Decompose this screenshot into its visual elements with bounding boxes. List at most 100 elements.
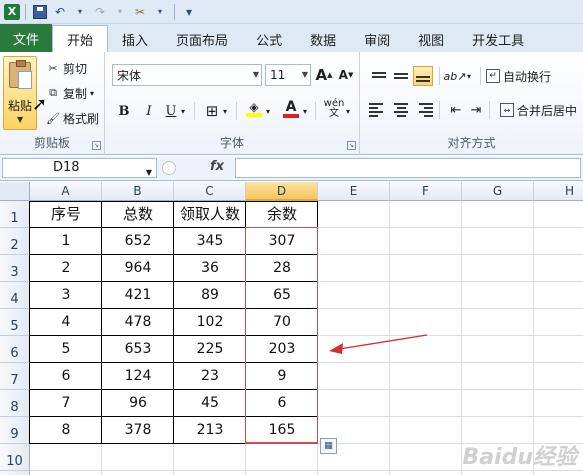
table-cell[interactable]: 96: [102, 390, 174, 417]
orientation-button[interactable]: ab↗: [444, 66, 467, 86]
tab-formulas[interactable]: 公式: [242, 26, 296, 52]
redo-button[interactable]: ↷: [91, 2, 109, 22]
shrink-font-button[interactable]: A ▼: [336, 65, 356, 85]
align-bottom-button[interactable]: [413, 66, 433, 86]
tab-page-layout[interactable]: 页面布局: [162, 26, 242, 52]
cut-button[interactable]: ✂ 剪切: [46, 58, 87, 78]
phonetic-dropdown-icon[interactable]: ▾: [343, 101, 353, 121]
column-header-g[interactable]: G: [462, 182, 534, 201]
grow-font-button[interactable]: A ▲: [314, 65, 334, 85]
format-painter-button[interactable]: 🖌 格式刷: [46, 108, 99, 128]
table-cell[interactable]: 3: [30, 282, 102, 309]
redo-dropdown-icon[interactable]: ▾: [111, 2, 129, 22]
row-header-1[interactable]: 1: [0, 201, 30, 228]
wrap-text-button[interactable]: ↵ 自动换行: [486, 66, 551, 86]
row-header-8[interactable]: 8: [0, 390, 30, 417]
spreadsheet-grid[interactable]: ABCDEFGH1234567891011序号总数领取人数余数165234530…: [0, 182, 583, 475]
formula-input[interactable]: [235, 158, 581, 178]
tab-insert[interactable]: 插入: [108, 26, 162, 52]
excel-app-icon[interactable]: X: [4, 3, 20, 20]
align-center-button[interactable]: [391, 100, 411, 120]
align-right-button[interactable]: [413, 100, 433, 120]
table-cell[interactable]: 345: [174, 228, 246, 255]
decrease-indent-button[interactable]: ⇤: [446, 100, 466, 120]
table-cell[interactable]: 23: [174, 363, 246, 390]
column-header-f[interactable]: F: [390, 182, 462, 201]
font-color-dropdown-icon[interactable]: ▾: [300, 101, 310, 121]
tools-icon[interactable]: ✂: [131, 2, 149, 22]
row-header-10[interactable]: 10: [0, 444, 30, 471]
select-all-corner[interactable]: [0, 182, 30, 201]
fill-color-button[interactable]: ◈: [244, 99, 264, 119]
column-header-a[interactable]: A: [30, 182, 102, 201]
fill-color-dropdown-icon[interactable]: ▾: [263, 101, 273, 121]
table-cell[interactable]: 102: [174, 309, 246, 336]
column-header-e[interactable]: E: [318, 182, 390, 201]
column-header-c[interactable]: C: [174, 182, 246, 201]
undo-button[interactable]: ↶: [51, 2, 69, 22]
font-name-combo[interactable]: 宋体 ▼: [112, 64, 262, 86]
font-size-combo[interactable]: 11 ▼: [265, 64, 311, 86]
table-cell[interactable]: 478: [102, 309, 174, 336]
clipboard-launcher-icon[interactable]: ↘: [92, 141, 101, 150]
table-header-cell[interactable]: 总数: [102, 201, 174, 228]
borders-button[interactable]: ⊞: [202, 101, 222, 121]
merge-center-button[interactable]: ↔ 合并后居中: [500, 100, 577, 120]
paste-button[interactable]: 粘贴 ▼: [3, 56, 37, 130]
orientation-dropdown-icon[interactable]: ▾: [464, 66, 474, 86]
table-cell[interactable]: 652: [102, 228, 174, 255]
column-header-b[interactable]: B: [102, 182, 174, 201]
insert-function-button[interactable]: fx: [210, 159, 224, 174]
table-cell[interactable]: 124: [102, 363, 174, 390]
increase-indent-button[interactable]: ⇥: [466, 100, 486, 120]
copy-button[interactable]: ⧉ 复制 ▾: [46, 83, 94, 103]
paste-options-icon[interactable]: ▦: [320, 438, 337, 454]
column-header-h[interactable]: H: [534, 182, 583, 201]
underline-dropdown-icon[interactable]: ▾: [178, 101, 188, 121]
table-cell[interactable]: 45: [174, 390, 246, 417]
font-color-button[interactable]: A: [281, 99, 301, 119]
align-top-button[interactable]: [369, 66, 389, 86]
table-cell[interactable]: 7: [30, 390, 102, 417]
table-header-cell[interactable]: 领取人数: [174, 201, 246, 228]
italic-button[interactable]: I: [139, 101, 159, 121]
table-cell[interactable]: 225: [174, 336, 246, 363]
row-header-11[interactable]: 11: [0, 471, 30, 475]
table-header-cell[interactable]: 余数: [246, 201, 318, 228]
customize-qat-button[interactable]: ▾: [180, 2, 198, 22]
formula-bar-handle-icon[interactable]: [162, 161, 176, 175]
bold-button[interactable]: B: [114, 101, 134, 121]
column-header-d[interactable]: D: [246, 182, 318, 201]
table-cell[interactable]: 4: [30, 309, 102, 336]
borders-dropdown-icon[interactable]: ▾: [220, 101, 230, 121]
tab-file[interactable]: 文件: [0, 24, 53, 52]
table-cell[interactable]: 213: [174, 417, 246, 444]
name-box[interactable]: D18 ▼: [2, 158, 157, 178]
table-cell[interactable]: 378: [102, 417, 174, 444]
align-left-button[interactable]: [369, 100, 389, 120]
undo-dropdown-icon[interactable]: ▾: [71, 2, 89, 22]
table-cell[interactable]: 1: [30, 228, 102, 255]
tab-view[interactable]: 视图: [404, 26, 458, 52]
table-cell[interactable]: 653: [102, 336, 174, 363]
font-launcher-icon[interactable]: ↘: [347, 141, 356, 150]
table-cell[interactable]: 2: [30, 255, 102, 282]
tab-data[interactable]: 数据: [296, 26, 350, 52]
align-middle-button[interactable]: [391, 66, 411, 86]
table-cell[interactable]: 36: [174, 255, 246, 282]
table-cell[interactable]: 421: [102, 282, 174, 309]
row-header-7[interactable]: 7: [0, 363, 30, 390]
table-header-cell[interactable]: 序号: [30, 201, 102, 228]
row-header-9[interactable]: 9: [0, 417, 30, 444]
table-cell[interactable]: 964: [102, 255, 174, 282]
row-header-5[interactable]: 5: [0, 309, 30, 336]
row-header-3[interactable]: 3: [0, 255, 30, 282]
row-header-2[interactable]: 2: [0, 228, 30, 255]
tab-developer[interactable]: 开发工具: [458, 26, 538, 52]
row-header-4[interactable]: 4: [0, 282, 30, 309]
tab-home[interactable]: 开始: [52, 25, 109, 52]
table-cell[interactable]: 6: [30, 363, 102, 390]
tools-dropdown-icon[interactable]: ▾: [151, 2, 169, 22]
save-button[interactable]: [31, 2, 49, 22]
table-cell[interactable]: 5: [30, 336, 102, 363]
